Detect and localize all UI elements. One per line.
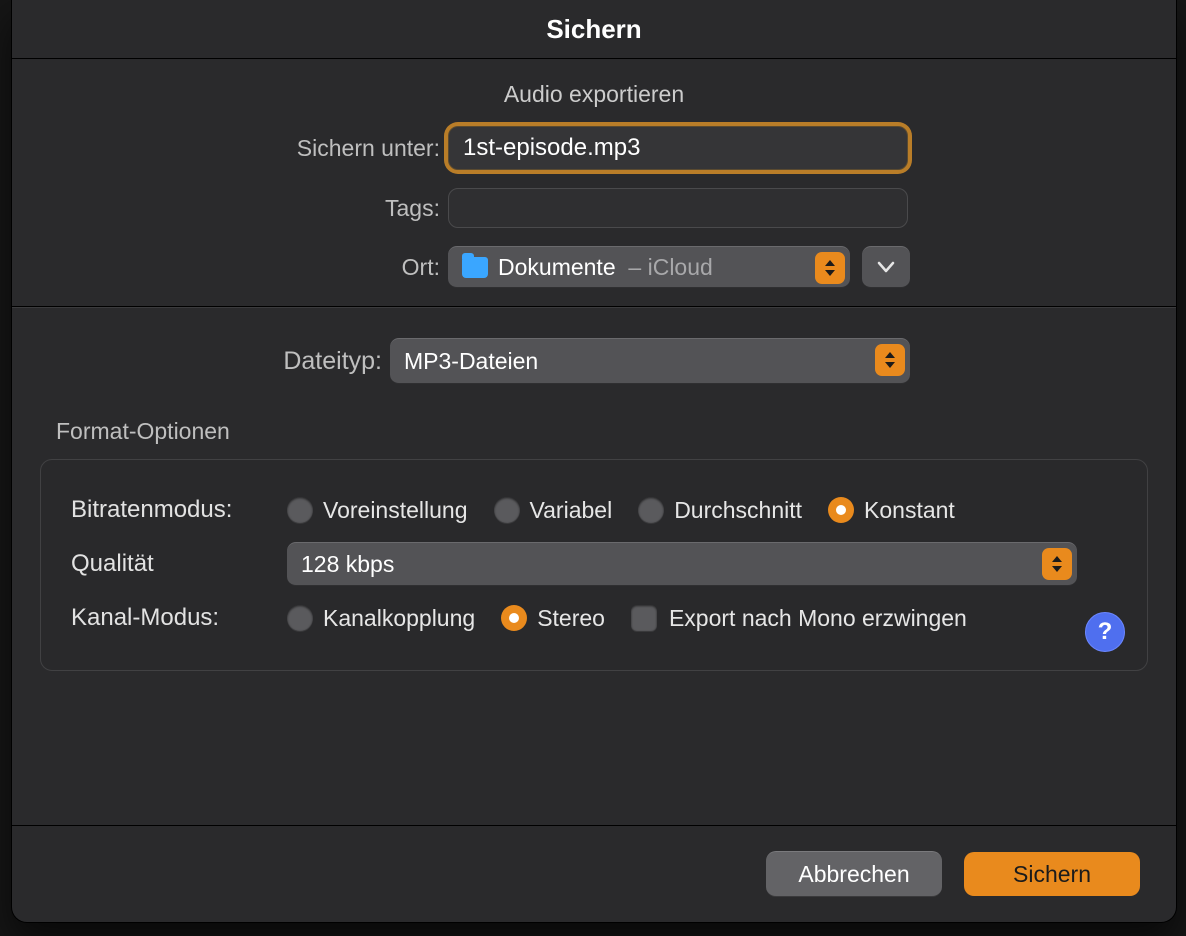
help-button[interactable]: ? — [1085, 612, 1125, 652]
filetype-label: Dateityp: — [12, 347, 390, 376]
radio-icon — [638, 497, 664, 523]
filetype-value: MP3-Dateien — [404, 348, 538, 375]
filetype-popup[interactable]: MP3-Dateien — [390, 338, 910, 384]
sheet-subtitle: Audio exportieren — [12, 81, 1176, 108]
bitrate-mode-option-variable[interactable]: Variabel — [494, 497, 613, 524]
radio-label: Voreinstellung — [323, 497, 468, 524]
bitrate-mode-option-preset[interactable]: Voreinstellung — [287, 497, 468, 524]
radio-icon — [828, 497, 854, 523]
window-title: Sichern — [12, 0, 1176, 59]
location-folder: Dokumente — [498, 254, 616, 280]
save-button[interactable]: Sichern — [964, 852, 1140, 896]
radio-label: Konstant — [864, 497, 955, 524]
quality-popup[interactable]: 128 kbps — [287, 542, 1077, 586]
location-separator: – — [628, 254, 641, 280]
save-form: Sichern unter: Tags: Ort: Dokumente – iC… — [12, 126, 1176, 288]
location-label: Ort: — [12, 254, 448, 281]
radio-icon — [501, 605, 527, 631]
location-suffix: iCloud — [648, 254, 713, 280]
bitrate-mode-radios: Voreinstellung Variabel Durchschnitt Kon… — [287, 497, 955, 524]
tags-label: Tags: — [12, 195, 448, 222]
expand-save-panel-button[interactable] — [862, 246, 910, 288]
checkbox-label: Export nach Mono erzwingen — [669, 605, 967, 632]
chevron-down-icon — [877, 261, 895, 273]
up-down-stepper-icon — [875, 344, 905, 376]
bitrate-mode-option-constant[interactable]: Konstant — [828, 497, 955, 524]
location-popup[interactable]: Dokumente – iCloud — [448, 246, 850, 288]
folder-icon — [462, 257, 488, 278]
separator — [12, 307, 1176, 308]
quality-label: Qualität — [71, 550, 287, 578]
radio-label: Stereo — [537, 605, 605, 632]
save-as-label: Sichern unter: — [12, 135, 448, 162]
format-options-group: Bitratenmodus: Voreinstellung Variabel D… — [40, 459, 1148, 671]
channel-mode-option-stereo[interactable]: Stereo — [501, 605, 605, 632]
format-options-title: Format-Optionen — [56, 418, 1176, 445]
radio-icon — [287, 497, 313, 523]
help-icon: ? — [1098, 618, 1113, 646]
save-sheet: Sichern Audio exportieren Sichern unter:… — [11, 0, 1177, 923]
quality-value: 128 kbps — [301, 551, 394, 578]
tags-field[interactable] — [448, 188, 908, 228]
up-down-stepper-icon — [1042, 548, 1072, 580]
up-down-stepper-icon — [815, 252, 845, 284]
sheet-footer: Abbrechen Sichern — [12, 825, 1176, 922]
radio-icon — [494, 497, 520, 523]
bitrate-mode-option-average[interactable]: Durchschnitt — [638, 497, 802, 524]
save-as-field[interactable] — [448, 126, 908, 170]
channel-mode-label: Kanal-Modus: — [71, 604, 287, 632]
radio-label: Durchschnitt — [674, 497, 802, 524]
radio-label: Variabel — [530, 497, 613, 524]
radio-icon — [287, 605, 313, 631]
channel-mode-option-joint[interactable]: Kanalkopplung — [287, 605, 475, 632]
cancel-button[interactable]: Abbrechen — [766, 851, 942, 897]
radio-label: Kanalkopplung — [323, 605, 475, 632]
bitrate-mode-label: Bitratenmodus: — [71, 496, 287, 524]
force-mono-checkbox[interactable]: Export nach Mono erzwingen — [631, 605, 967, 632]
checkbox-icon — [631, 605, 657, 631]
channel-mode-radios: Kanalkopplung Stereo — [287, 605, 605, 632]
